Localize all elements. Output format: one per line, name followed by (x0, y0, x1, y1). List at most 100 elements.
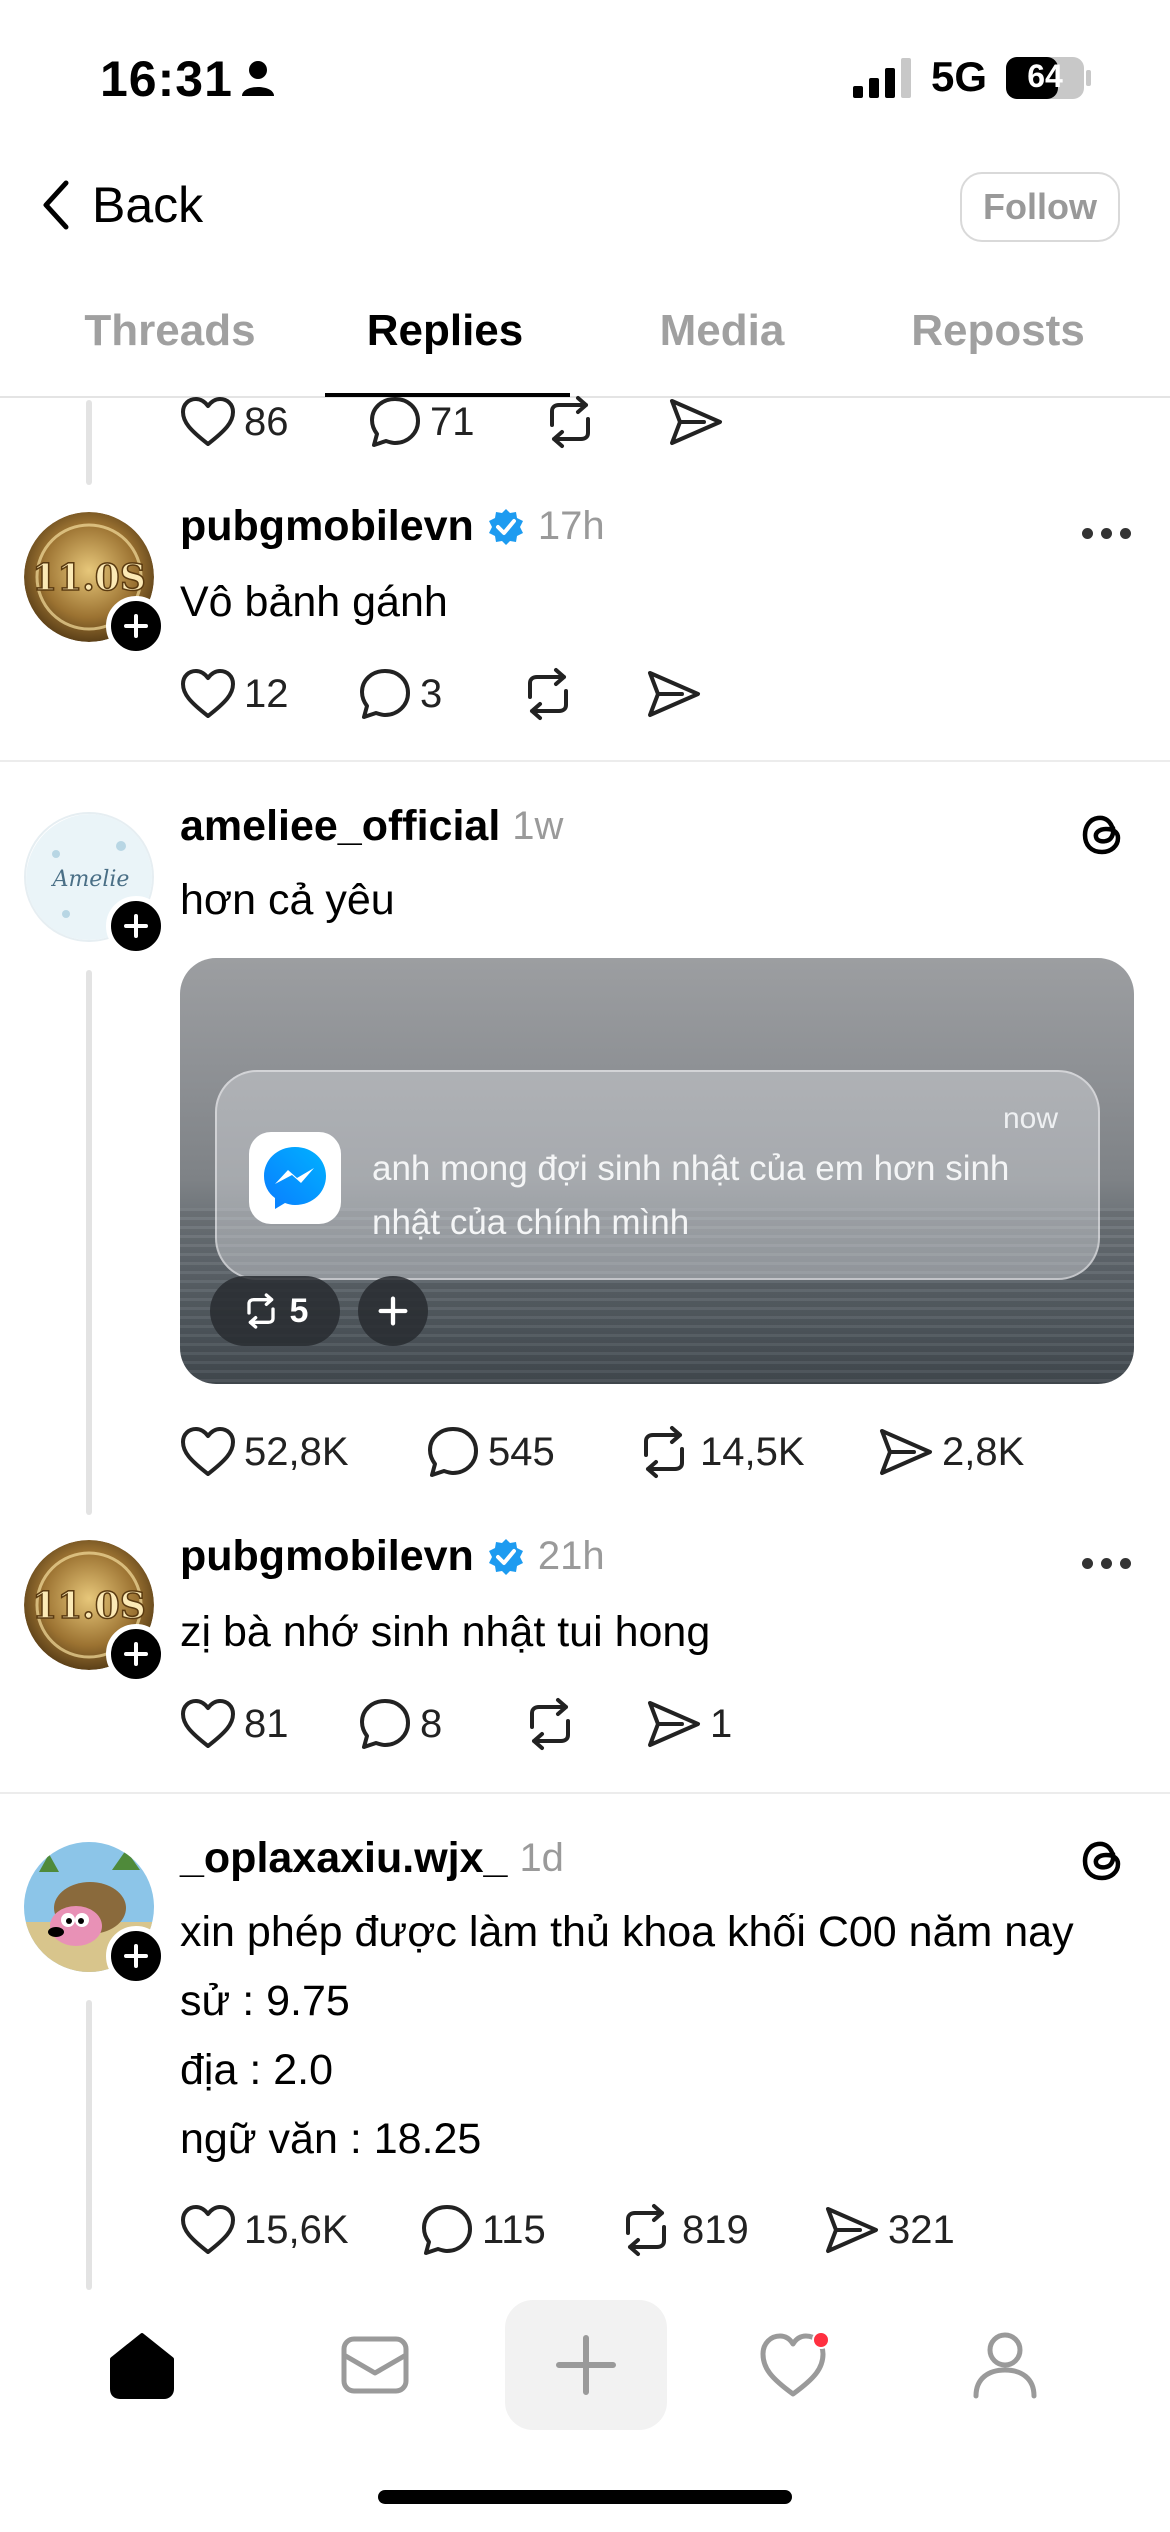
avatar-logo-text: Amelie (51, 867, 130, 892)
send-icon (648, 671, 700, 717)
post-time: 1d (519, 1836, 564, 1880)
share-count: 1 (710, 1701, 733, 1746)
post-divider (0, 1792, 1170, 1794)
status-bar: 16:31 5G 64 (0, 0, 1170, 150)
share-button[interactable] (646, 664, 702, 724)
follow-plus-button[interactable] (106, 896, 166, 956)
post-text-line: địa : 2.0 (180, 2046, 333, 2094)
media-repost-pill[interactable]: 5 (210, 1276, 340, 1346)
username[interactable]: ameliee_official (180, 802, 500, 851)
heart-icon (181, 397, 235, 446)
media-attachment[interactable]: now anh mong đợi sinh nhật của em hơn si… (180, 958, 1134, 1384)
like-count: 86 (244, 399, 289, 444)
action-bar: 86 71 (180, 392, 780, 452)
send-icon (880, 1429, 932, 1475)
verified-badge-icon (488, 508, 523, 545)
like-button[interactable]: 12 (180, 664, 289, 724)
repost-button[interactable]: 14,5K (636, 1422, 805, 1482)
comment-icon (370, 397, 420, 447)
tab-reposts[interactable]: Reposts (858, 290, 1138, 398)
share-button[interactable] (668, 392, 724, 452)
media-repost-count: 5 (289, 1291, 309, 1330)
repost-icon (530, 1698, 570, 1750)
reply-button[interactable]: 545 (426, 1422, 555, 1482)
share-button[interactable]: 1 (646, 1694, 732, 1754)
comment-icon (360, 669, 410, 719)
status-time: 16:31 (100, 51, 233, 107)
chevron-left-icon (43, 180, 69, 230)
like-count: 12 (244, 671, 289, 716)
follow-plus-button[interactable] (106, 1926, 166, 1986)
post-header: ameliee_official 1w (180, 802, 563, 851)
share-count: 321 (888, 2207, 955, 2252)
repost-button[interactable]: 819 (618, 2200, 749, 2260)
post-text-line: ngữ văn : 18.25 (180, 2115, 482, 2163)
signal-icon (853, 58, 911, 98)
reply-button[interactable]: 3 (358, 664, 442, 724)
like-button[interactable]: 86 (180, 392, 289, 452)
username[interactable]: pubgmobilevn (180, 1532, 474, 1581)
tab-replies[interactable]: Replies (305, 290, 585, 398)
messenger-icon (249, 1132, 341, 1224)
reply-button[interactable]: 71 (368, 392, 475, 452)
back-button[interactable]: Back (40, 170, 203, 240)
more-options-button[interactable] (1082, 1553, 1142, 1573)
repost-count: 14,5K (700, 1429, 805, 1474)
home-icon (110, 2333, 174, 2399)
repost-icon (550, 396, 590, 448)
follow-button[interactable]: Follow (960, 172, 1120, 242)
nav-activity[interactable] (715, 2290, 875, 2440)
send-icon (670, 399, 722, 445)
share-button[interactable]: 321 (824, 2200, 955, 2260)
post-text: zị bà nhớ sinh nhật tui hong (180, 1608, 711, 1656)
reply-button[interactable]: 8 (358, 1694, 442, 1754)
threads-logo-icon[interactable] (1078, 808, 1130, 860)
like-button[interactable]: 81 (180, 1694, 289, 1754)
send-icon (826, 2207, 878, 2253)
share-button[interactable]: 2,8K (878, 1422, 1024, 1482)
repost-count: 819 (682, 2207, 749, 2252)
repost-button[interactable] (542, 392, 598, 452)
tab-media[interactable]: Media (582, 290, 862, 398)
person-icon (242, 61, 274, 96)
thread-line (86, 2000, 92, 2290)
network-type: 5G (931, 53, 988, 100)
like-button[interactable]: 52,8K (180, 1422, 349, 1482)
inbox-icon (341, 2336, 409, 2394)
reply-count: 3 (420, 671, 443, 716)
avatar-logo-text: 11.0S (32, 557, 146, 599)
nav-compose[interactable] (505, 2300, 667, 2430)
post-text-line: xin phép được làm thủ khoa khối C00 năm … (180, 1908, 1074, 1956)
post-header: pubgmobilevn 17h (180, 502, 605, 551)
like-count: 81 (244, 1701, 289, 1746)
plus-icon (124, 614, 148, 638)
more-options-button[interactable] (1082, 523, 1142, 543)
repost-button[interactable] (522, 1694, 578, 1754)
follow-plus-button[interactable] (106, 596, 166, 656)
post-header: pubgmobilevn 21h (180, 1532, 605, 1581)
post-time: 1w (512, 804, 564, 848)
repost-icon (644, 1426, 684, 1478)
heart-icon (181, 1427, 235, 1476)
repost-button[interactable] (520, 664, 576, 724)
action-bar: 81 8 1 (180, 1694, 780, 1754)
notification-time: now (1002, 1102, 1058, 1135)
plus-icon (378, 1296, 408, 1326)
heart-icon (181, 1699, 235, 1748)
nav-profile[interactable] (925, 2290, 1085, 2440)
battery-icon: 64 (1006, 57, 1092, 99)
like-count: 52,8K (244, 1429, 349, 1474)
like-button[interactable]: 15,6K (180, 2200, 349, 2260)
nav-home[interactable] (62, 2290, 222, 2440)
follow-plus-button[interactable] (106, 1624, 166, 1684)
comment-icon (422, 2205, 472, 2255)
reply-button[interactable]: 115 (420, 2200, 546, 2260)
username[interactable]: _oplaxaxiu.wjx_ (180, 1834, 507, 1883)
username[interactable]: pubgmobilevn (180, 502, 474, 551)
tab-threads[interactable]: Threads (30, 290, 310, 398)
nav-inbox[interactable] (295, 2290, 455, 2440)
media-add-button[interactable] (358, 1276, 428, 1346)
notification-text: anh mong đợi sinh nhật của em hơn sinh n… (372, 1149, 1010, 1242)
post-time: 21h (537, 1534, 605, 1578)
threads-logo-icon[interactable] (1078, 1834, 1130, 1886)
